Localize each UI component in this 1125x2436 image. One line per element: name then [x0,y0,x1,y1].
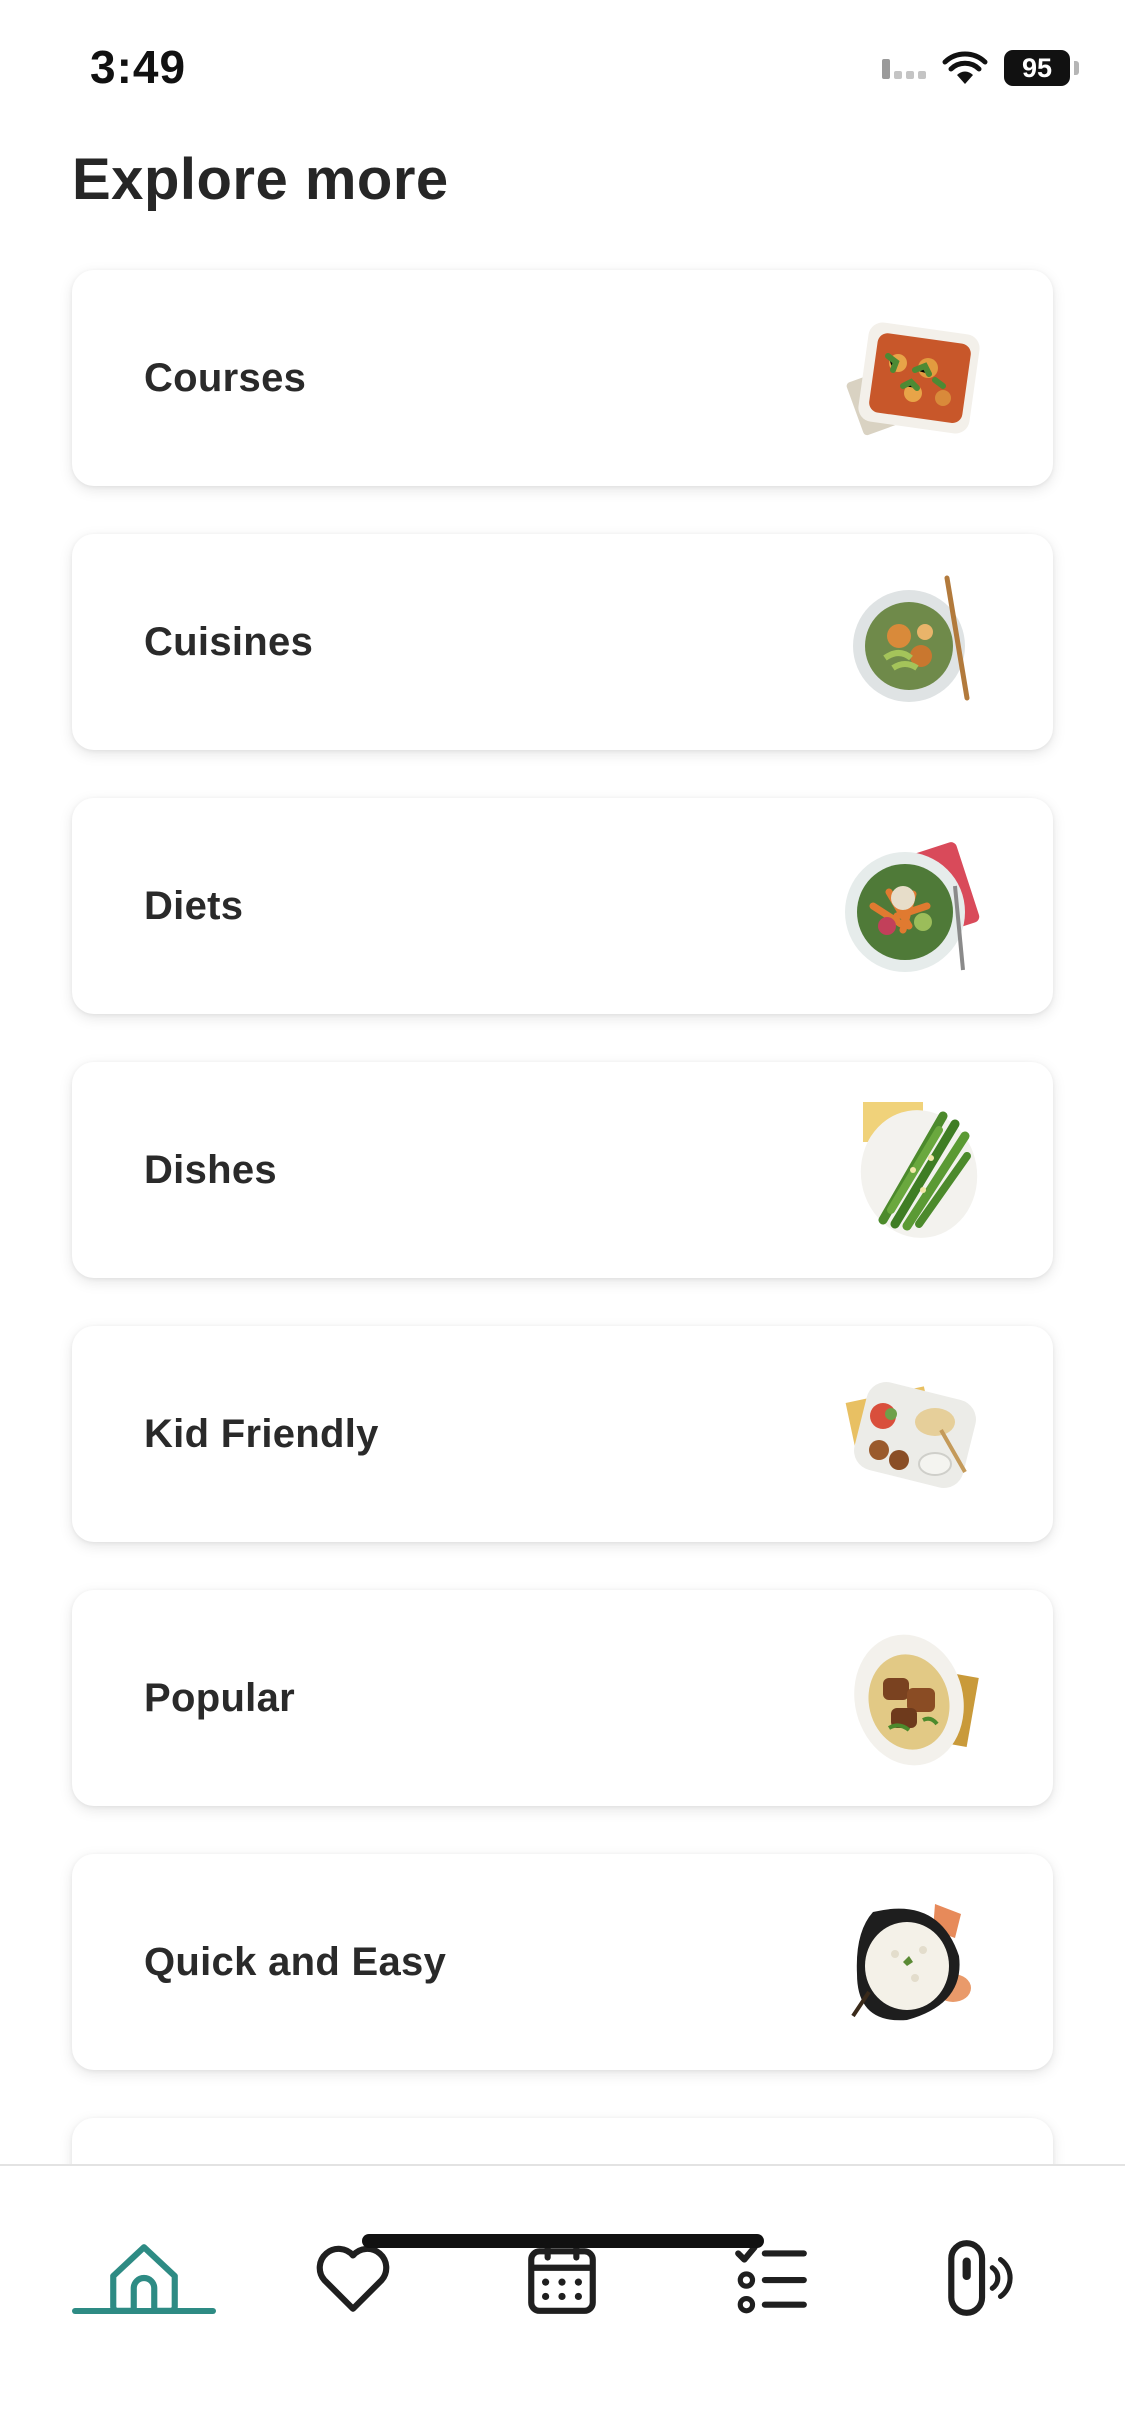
calendar-icon [528,2240,596,2314]
category-label: Quick and Easy [144,1939,447,1984]
noodle-bowl-icon [853,575,970,702]
wifi-icon [942,51,988,84]
salad-bowl-icon [845,842,980,972]
category-label: Kid Friendly [144,1411,379,1456]
asparagus-plate-icon [860,1102,978,1238]
checklist-icon [735,2244,807,2314]
meat-plate-icon [854,1634,979,1766]
category-card-cuisines[interactable]: Cuisines [72,534,1053,750]
status-bar: 3:49 95 [0,0,1125,140]
home-indicator[interactable] [362,2234,764,2248]
category-label: Popular [144,1675,296,1720]
battery-icon: 95 [1004,50,1070,86]
battery-level: 95 [1021,52,1053,83]
kids-tray-icon [845,1382,976,1488]
home-icon [110,2244,178,2314]
casserole-dish-icon [846,322,980,436]
nav-device[interactable] [910,2208,1050,2348]
category-card-quick-and-easy[interactable]: Quick and Easy [72,1854,1053,2070]
status-time: 3:49 [90,41,187,93]
category-label: Cuisines [144,619,314,664]
cellular-signal-icon [882,57,926,79]
status-icons: 95 [882,48,1079,88]
explore-screen: 3:49 95 Explore more Courses Cuisines Di… [0,0,1125,2436]
bottom-nav [0,2164,1125,2436]
nav-favorites[interactable] [283,2208,423,2348]
category-card-dishes[interactable]: Dishes [72,1062,1053,1278]
category-card-courses[interactable]: Courses [72,270,1053,486]
category-list: Courses Cuisines Diets Dishes Kid Friend… [72,270,1053,2382]
nav-planner[interactable] [492,2208,632,2348]
category-card-kid-friendly[interactable]: Kid Friendly [72,1326,1053,1542]
heart-icon [316,2245,390,2312]
category-card-diets[interactable]: Diets [72,798,1053,1014]
page-title: Explore more [72,147,449,212]
active-tab-indicator [72,2308,216,2314]
category-label: Courses [144,355,307,400]
nav-home[interactable] [74,2208,214,2348]
category-card-popular[interactable]: Popular [72,1590,1053,1806]
category-label: Dishes [144,1147,277,1192]
device-icon [948,2240,1013,2316]
battery-cap [1074,61,1079,75]
category-label: Diets [144,883,244,928]
rice-bowl-icon [851,1904,971,2021]
nav-shopping-list[interactable] [701,2208,841,2348]
